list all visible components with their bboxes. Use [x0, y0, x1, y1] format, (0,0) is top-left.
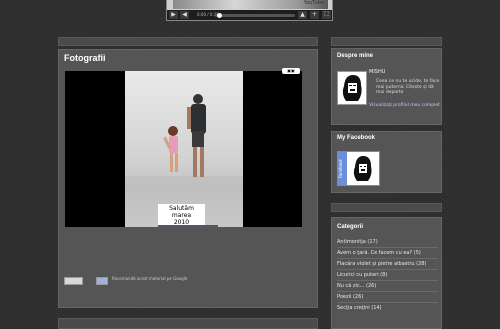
profile-description: Ceea ce nu te ucide, te face mai puterni…: [376, 79, 440, 95]
facebook-badge[interactable]: Facebook: [337, 151, 380, 186]
progress-track[interactable]: [215, 14, 295, 17]
category-item[interactable]: Flacăra violet şi pietre albastru (28): [337, 259, 438, 270]
caption-line-1: Salutăm marea: [169, 205, 194, 219]
post-title[interactable]: Fotografii: [64, 53, 106, 63]
facebook-panel: My Facebook Facebook: [331, 131, 442, 193]
category-item[interactable]: Poezii (26): [337, 292, 438, 303]
about-me-panel: Despre mine MISHU Ceea ce nu te ucide, t…: [331, 48, 442, 125]
google-plus-button[interactable]: [96, 277, 108, 285]
portrait-icon: [338, 72, 366, 104]
player-controls: ▶ ◀ 0:00 / 0:36 ▲ + ⛶: [167, 10, 332, 20]
categories-panel: Categorii Antimonitja (17) Avem o ţară. …: [331, 217, 442, 329]
view-profile-link[interactable]: Vizualizaţi profilul meu complet: [369, 103, 441, 109]
share-button[interactable]: [64, 277, 83, 285]
category-item[interactable]: Antimonitja (17): [337, 237, 438, 248]
category-item[interactable]: Nu că zic... (26): [337, 281, 438, 292]
plus-icon[interactable]: +: [310, 11, 319, 19]
category-list: Antimonitja (17) Avem o ţară. Ce facem c…: [337, 237, 438, 313]
header-strip: [58, 37, 318, 46]
category-item[interactable]: Licurici cu puteri (8): [337, 270, 438, 281]
sidebar-header-strip: [331, 37, 442, 46]
profile-name[interactable]: MISHU: [369, 69, 385, 75]
slideshow-controls[interactable]: [158, 225, 218, 228]
facebook-title: My Facebook: [337, 135, 376, 141]
category-item[interactable]: Avem o ţară. Ce facem cu ea? (5): [337, 248, 438, 259]
share-text: Recomandă acest material pe Google: [112, 276, 188, 281]
photo-caption: Salutăm marea 2010: [158, 204, 205, 227]
fullscreen-icon[interactable]: ⛶: [322, 11, 331, 19]
categories-title: Categorii: [337, 224, 364, 230]
facebook-side-label: Facebook: [338, 152, 347, 185]
youtube-logo: YouTube: [303, 0, 324, 6]
play-icon[interactable]: ▶: [169, 11, 178, 19]
portrait-icon: [350, 154, 376, 183]
sidebar-strip: [331, 203, 442, 212]
bottom-strip: [58, 318, 318, 329]
video-player-bar: YouTube ▶ ◀ 0:00 / 0:36 ▲ + ⛶: [166, 0, 333, 21]
slideshow-viewer[interactable]: Salutăm marea 2010 ▣▣: [65, 68, 302, 228]
progress-knob[interactable]: [217, 13, 222, 18]
main-post-panel: Fotografii Salutăm marea 2010 ▣▣ Recoman…: [58, 49, 318, 308]
avatar[interactable]: [337, 71, 367, 105]
slideshow-photo[interactable]: Salutăm marea 2010: [125, 71, 243, 227]
about-title: Despre mine: [337, 53, 374, 59]
volume-icon[interactable]: ◀: [180, 11, 189, 19]
category-item[interactable]: Secţia creţini (14): [337, 303, 438, 313]
slideshow-logo: ▣▣: [282, 68, 300, 74]
chevron-up-icon[interactable]: ▲: [298, 11, 307, 19]
